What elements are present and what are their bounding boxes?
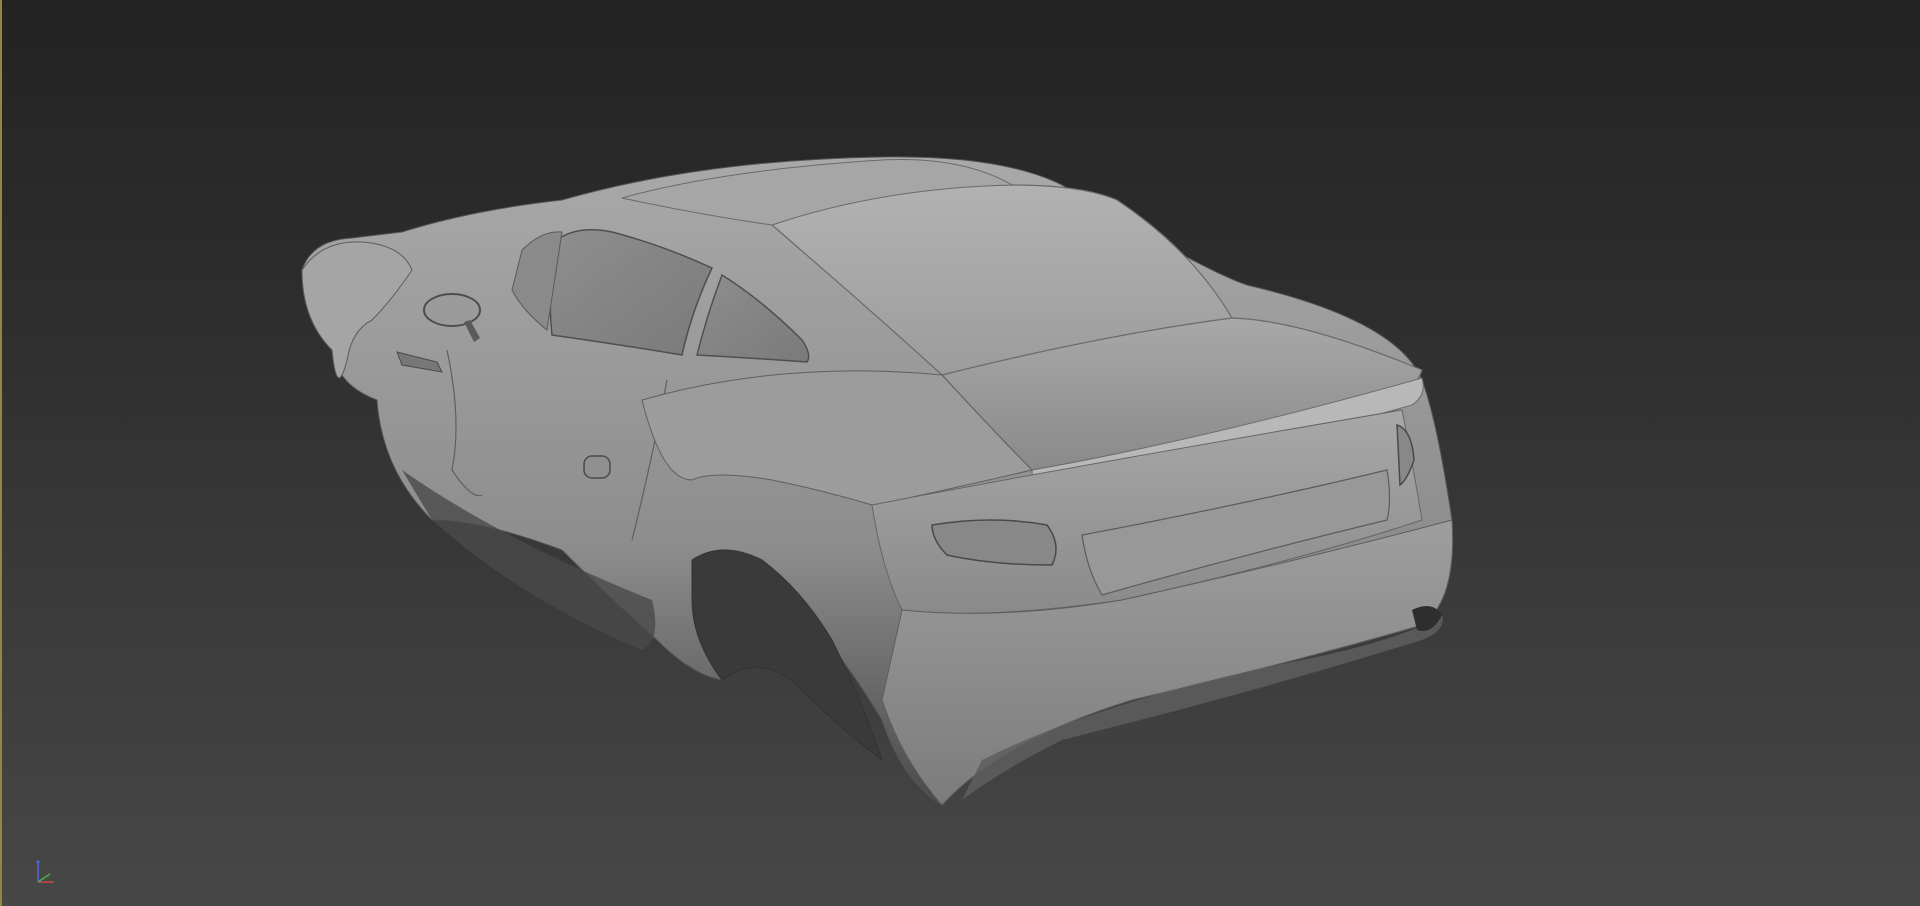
axis-tripod-icon: [36, 860, 54, 883]
side-mirror: [423, 293, 481, 327]
3d-viewport[interactable]: [0, 0, 1920, 906]
fuel-cap: [583, 455, 611, 479]
car-body-model[interactable]: [2, 0, 1920, 906]
